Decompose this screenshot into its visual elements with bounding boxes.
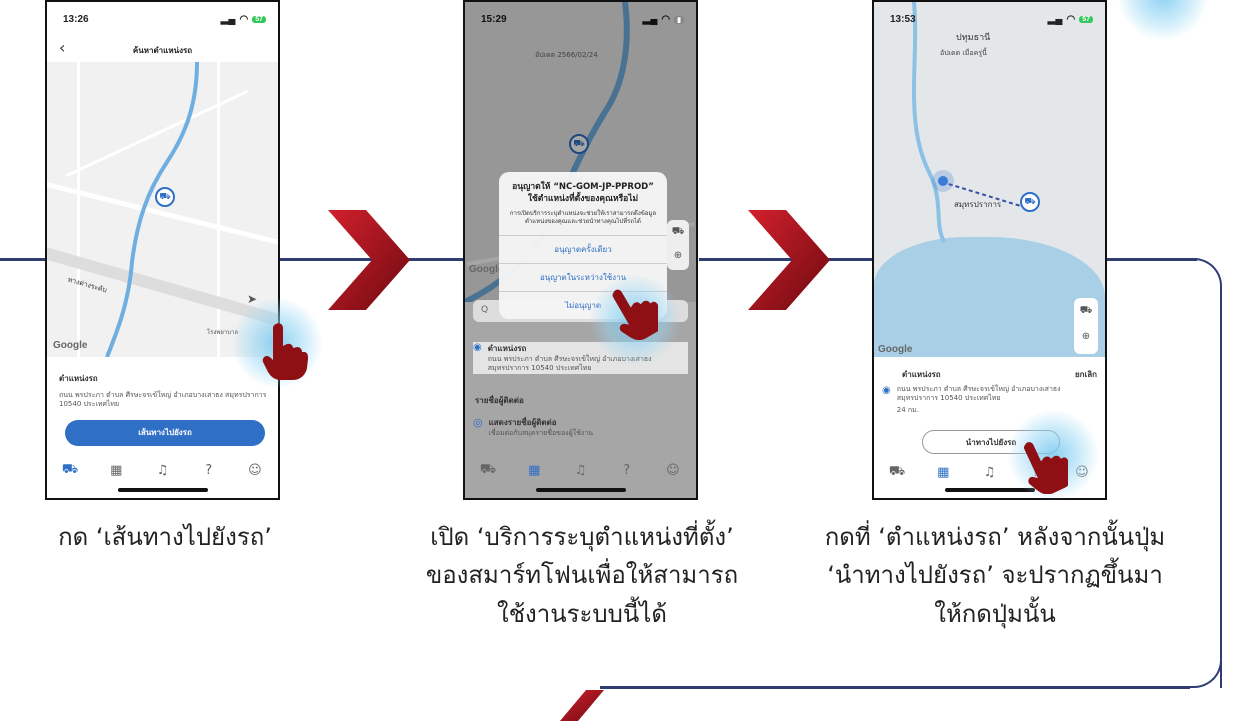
flow-line-bottom — [600, 686, 1190, 689]
cancel-link[interactable]: ยกเลิก — [1075, 368, 1097, 381]
caption-line: ‘นำทางไปยังรถ’ จะปรากฏขึ้นมา — [827, 561, 1163, 590]
caption-line: ของสมาร์ทโฟนเพื่อให้สามารถ — [425, 561, 739, 590]
bell-icon[interactable]: ♫ — [979, 465, 999, 480]
card-title: ตำแหน่งรถ — [59, 374, 98, 383]
car-location-pin[interactable]: ⛟ — [1020, 192, 1040, 212]
map-icon[interactable]: ▦ — [106, 463, 126, 478]
wifi-icon: ◠ — [239, 14, 249, 25]
hand-pointer-icon — [612, 289, 658, 340]
step-3-caption: กดที่ ‘ตำแหน่งรถ’ หลังจากนั้นปุ่ม ‘นำทาง… — [790, 518, 1200, 633]
phone-screenshot-2: ⛟ 15:29 ▂▄ ◠ ▮ อัปเดต 2566/02/24 ⛟ ⊕ Google… — [463, 0, 698, 500]
location-card[interactable]: ตำแหน่งรถ ยกเลิก ◉ ถนน พรประภา ตำบล ศีรษ… — [882, 368, 1097, 415]
bell-icon[interactable]: ♫ — [152, 463, 172, 478]
current-location-dot — [938, 176, 948, 186]
chevron-partial-icon — [560, 690, 604, 721]
contacts-title: แสดงรายชื่อผู้ติดต่อ — [488, 418, 557, 427]
car-location-pin[interactable]: ⛟ — [155, 187, 175, 207]
step-2-caption: เปิด ‘บริการระบุตำแหน่งที่ตั้ง’ ของสมาร์… — [398, 518, 766, 633]
contacts-icon: ◎ — [473, 416, 483, 429]
home-indicator — [117, 488, 208, 492]
caption-line: เปิด ‘บริการระบุตำแหน่งที่ตั้ง’ — [430, 523, 734, 551]
map-icon[interactable]: ▦ — [933, 465, 953, 480]
card-address: ถนน พรประภา ตำบล ศีรษะจรเข้ใหญ่ อำเภอบาง… — [59, 391, 267, 409]
caption-line: ใช้งานระบบนี้ได้ — [497, 599, 667, 628]
touch-glow — [1118, 0, 1208, 40]
dialog-title: อนุญาตให้ “NC-GOM-JP-PPROD” ใช้ตำแหน่งที… — [512, 182, 654, 204]
home-indicator — [535, 488, 626, 492]
home-indicator — [944, 488, 1035, 492]
battery-badge: 57 — [1079, 16, 1093, 23]
caption-line: ให้กดปุ่มนั้น — [934, 599, 1056, 628]
phone-screenshot-1: 13:26 ▂▄ ◠ 57 ‹ ค้นหาตำแหน่งรถ ⛟ ทางต่างระ… — [45, 0, 280, 500]
map-icon[interactable]: ▦ — [524, 463, 544, 478]
status-time: 13:53 — [890, 14, 916, 25]
signal-icon: ▂▄ — [642, 14, 658, 25]
help-icon[interactable]: ? — [617, 463, 637, 478]
car-icon[interactable]: ⛟ — [478, 462, 498, 479]
wifi-icon: ◠ — [661, 14, 671, 25]
update-date: อัปเดต เมื่อครู่นี้ — [940, 49, 987, 57]
side-car-button[interactable]: ⛟ ⊕ — [1074, 298, 1098, 354]
status-time: 15:29 — [481, 14, 507, 25]
tab-bar: ⛟ ▦ ♫ ? ☺ — [465, 452, 696, 488]
status-bar: 15:29 ▂▄ ◠ ▮ — [481, 14, 684, 25]
pin-icon: ◉ — [882, 385, 891, 396]
page-title: ค้นหาตำแหน่งรถ — [132, 46, 193, 55]
allow-once-button[interactable]: อนุญาตครั้งเดียว — [499, 234, 667, 263]
search-icon: Q — [481, 305, 489, 315]
bell-icon[interactable]: ♫ — [570, 463, 590, 478]
river — [912, 2, 1025, 243]
card-title: ตำแหน่งรถ — [902, 370, 941, 379]
caption-line: กดที่ ‘ตำแหน่งรถ’ หลังจากนั้นปุ่ม — [824, 523, 1166, 551]
battery-badge: 57 — [252, 16, 266, 23]
update-date: อัปเดต 2566/02/24 — [535, 51, 598, 59]
city-label: ปทุมธานี — [956, 33, 991, 43]
signal-icon: ▂▄ — [1047, 14, 1063, 25]
step-1-caption: กด ‘เส้นทางไปยังรถ’ — [20, 518, 310, 556]
tab-bar: ⛟ ▦ ♫ ? ☺ — [47, 452, 278, 488]
chevron-right-icon — [748, 210, 830, 310]
contacts-subtitle: เชื่อมต่อกับสมุดรายชื่อของผู้ใช้งาน — [488, 429, 593, 437]
city-label: สมุทรปราการ — [954, 200, 1002, 209]
person-icon[interactable]: ☺ — [245, 463, 265, 478]
google-logo: Google — [53, 340, 88, 351]
contacts-item[interactable]: ◎ แสดงรายชื่อผู้ติดต่อ เชื่อมต่อกับสมุดร… — [473, 416, 593, 438]
location-card[interactable]: ตำแหน่งรถ ถนน พรประภา ตำบล ศีรษะจรเข้ใหญ… — [59, 372, 269, 410]
caption-line: กด ‘เส้นทางไปยังรถ’ — [58, 523, 272, 551]
person-icon[interactable]: ☺ — [663, 463, 683, 478]
google-logo: Google — [878, 344, 913, 355]
status-time: 13:26 — [63, 14, 89, 25]
chevron-right-icon — [328, 210, 410, 310]
help-icon[interactable]: ? — [199, 463, 219, 478]
card-address: ถนน พรประภา ตำบล ศีรษะจรเข้ใหญ่ อำเภอบาง… — [896, 385, 1061, 403]
status-bar: 13:53 ▂▄ ◠ 57 — [890, 14, 1093, 25]
contacts-header: รายชื่อผู้ติดต่อ — [475, 396, 524, 405]
battery-icon: ▮ — [674, 15, 684, 24]
hand-pointer-icon — [1023, 442, 1068, 494]
route-to-car-button[interactable]: เส้นทางไปยังรถ — [65, 420, 265, 446]
map-view[interactable]: ⛟ ปทุมธานี สมุทรปราการ ⛟ ⊕ Google — [874, 2, 1105, 357]
flow-line-left — [0, 258, 45, 261]
wifi-icon: ◠ — [1066, 14, 1076, 25]
car-icon[interactable]: ⛟ — [887, 464, 907, 481]
car-icon[interactable]: ⛟ — [60, 462, 80, 479]
pin-icon: ◉ — [473, 342, 482, 353]
side-car-button[interactable]: ⛟ ⊕ — [667, 220, 689, 270]
hand-pointer-icon — [262, 323, 308, 380]
status-bar: 13:26 ▂▄ ◠ 57 — [63, 14, 266, 25]
dialog-message: การเปิดบริการระบุตำแหน่งจะช่วยให้เราสามา… — [509, 209, 657, 226]
signal-icon: ▂▄ — [220, 14, 236, 25]
